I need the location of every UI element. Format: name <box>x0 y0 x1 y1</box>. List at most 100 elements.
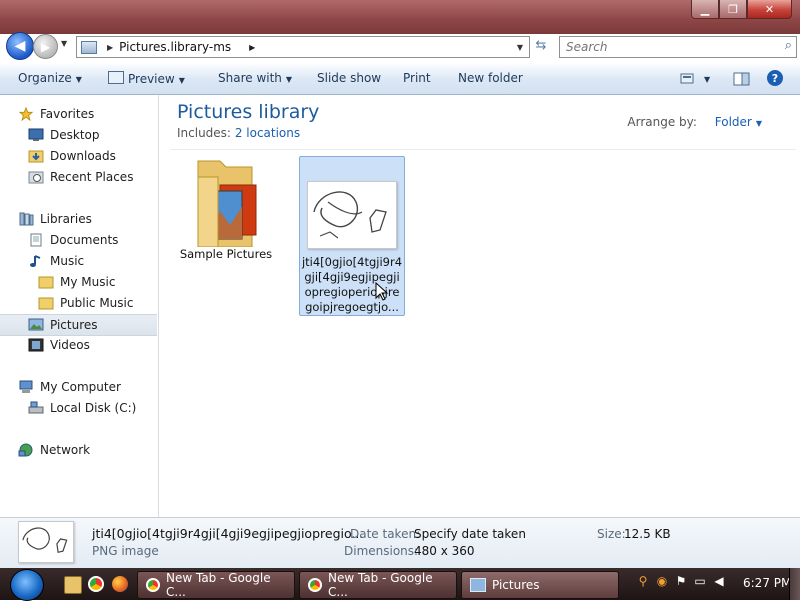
downloads-folder-icon <box>28 150 44 163</box>
preview-icon <box>108 71 124 84</box>
file-item-selected[interactable]: jti4[0gjio[4tgji9r4 gji[4gji9egjipegji o… <box>299 156 405 316</box>
sidebar-item-favorites[interactable]: Favorites <box>18 104 175 124</box>
sidebar-item-pictures[interactable]: Pictures <box>0 314 157 336</box>
minimize-button[interactable]: ▁ <box>691 0 719 19</box>
hard-drive-icon <box>28 401 44 414</box>
organize-label: Organize <box>18 71 72 85</box>
organize-menu[interactable]: Organize ▼ <box>18 71 82 85</box>
sidebar-item-my-computer[interactable]: My Computer <box>18 377 175 397</box>
back-button[interactable]: ◀ <box>6 32 34 60</box>
power-icon[interactable]: ▭ <box>693 574 707 590</box>
preview-menu[interactable]: Preview ▼ <box>108 71 185 86</box>
header-divider <box>171 149 796 150</box>
sidebar-item-label: Pictures <box>50 318 98 332</box>
computer-icon <box>19 380 33 393</box>
search-icon[interactable]: ⌕ <box>785 38 792 53</box>
folder-item[interactable]: Sample Pictures <box>174 157 278 277</box>
chrome-icon <box>146 578 160 592</box>
desktop-icon <box>28 128 44 141</box>
help-icon[interactable]: ? <box>767 70 783 86</box>
system-tray: ⚲ ◉ ⚑ ▭ ◀ <box>636 574 726 590</box>
sidebar-item-label: Documents <box>50 233 119 247</box>
volume-icon[interactable]: ◀ <box>712 574 726 590</box>
search-box[interactable]: ⌕ <box>559 36 797 58</box>
details-filetype: PNG image <box>92 544 159 558</box>
action-center-flag-icon[interactable]: ⚑ <box>674 574 688 590</box>
details-filename: jti4[0gjio[4tgji9r4gji[4gji9egjipegjiopr… <box>92 526 364 541</box>
taskbar-button-pictures[interactable]: Pictures <box>461 571 619 599</box>
taskbar: New Tab - Google C... New Tab - Google C… <box>0 568 800 601</box>
recent-pages-dropdown[interactable]: ▼ <box>61 39 67 48</box>
close-button[interactable]: ✕ <box>747 0 792 19</box>
explorer-icon <box>470 578 486 592</box>
breadcrumb-pictures-library[interactable]: Pictures.library-ms <box>119 40 231 54</box>
mouse-cursor-icon <box>375 282 389 301</box>
view-options-dropdown-icon[interactable]: ▼ <box>704 75 710 84</box>
libraries-icon <box>19 212 34 226</box>
clock[interactable]: 6:27 PM <box>743 576 791 590</box>
arrange-by-dropdown[interactable]: Folder <box>715 115 752 129</box>
breadcrumb-arrow-icon[interactable]: ▶ <box>107 43 113 52</box>
chevron-down-icon: ▼ <box>178 76 185 85</box>
network-icon <box>18 443 33 457</box>
library-includes: Includes: 2 locations <box>177 126 300 140</box>
pictures-icon <box>28 318 44 331</box>
search-tray-icon[interactable]: ⚲ <box>636 574 650 590</box>
taskbar-button-label: New Tab - Google C... <box>328 571 433 599</box>
dimensions-label: Dimensions: <box>344 544 419 558</box>
sidebar-item-label: Videos <box>50 338 90 352</box>
music-note-icon <box>30 255 41 267</box>
taskbar-button-chrome-1[interactable]: New Tab - Google C... <box>137 571 295 599</box>
sidebar-item-label: Desktop <box>50 128 100 142</box>
address-dropdown-icon[interactable]: ▼ <box>517 43 523 52</box>
show-desktop-button[interactable] <box>789 568 800 600</box>
details-pane: jti4[0gjio[4tgji9r4gji[4gji9egjipegjiopr… <box>0 517 800 568</box>
drawing-thumbnail-icon <box>313 191 387 239</box>
tray-app-icon[interactable]: ◉ <box>655 574 669 590</box>
size-value: 12.5 KB <box>624 527 671 541</box>
arrange-by-label: Arrange by: <box>627 115 697 129</box>
maximize-button[interactable]: ❐ <box>719 0 747 19</box>
print-button[interactable]: Print <box>403 71 431 85</box>
folder-with-images-icon <box>197 160 257 247</box>
image-thumbnail <box>307 181 397 249</box>
search-input[interactable] <box>564 39 768 55</box>
chevron-down-icon[interactable]: ▼ <box>756 119 762 128</box>
refresh-icon[interactable]: ⇆ <box>531 38 551 55</box>
sidebar-item-label: My Music <box>60 275 116 289</box>
recent-places-icon <box>28 171 44 184</box>
sidebar-item-label: Local Disk (C:) <box>50 401 137 415</box>
slide-show-button[interactable]: Slide show <box>317 71 381 85</box>
start-button[interactable] <box>10 569 44 601</box>
navigation-pane: Favorites Desktop Downloads Recent Place… <box>0 95 159 517</box>
new-folder-button[interactable]: New folder <box>458 71 523 85</box>
date-taken-value[interactable]: Specify date taken <box>414 527 526 541</box>
window-title-bar: ▁ ❐ ✕ <box>0 0 800 34</box>
details-thumbnail <box>18 521 74 563</box>
star-icon <box>18 107 34 121</box>
sidebar-item-network[interactable]: Network <box>18 440 175 460</box>
address-bar[interactable]: ▶ Pictures.library-ms ▶ ▼ <box>76 36 530 58</box>
breadcrumb-arrow-icon[interactable]: ▶ <box>249 43 255 52</box>
sidebar-item-label: Music <box>50 254 85 268</box>
sidebar-item-label: Network <box>40 443 91 457</box>
explorer-quicklaunch-icon[interactable] <box>64 576 82 594</box>
item-label-line: goipjregoegtjo... <box>305 300 399 314</box>
documents-icon <box>30 233 42 247</box>
item-label-line: jti4[0gjio[4tgji9r4 <box>301 255 403 269</box>
video-film-icon <box>28 338 44 352</box>
chevron-down-icon: ▼ <box>75 75 82 84</box>
page-title: Pictures library <box>177 101 320 123</box>
chrome-quicklaunch-icon[interactable] <box>88 576 104 592</box>
content-pane: Pictures library Includes: 2 locations A… <box>159 95 800 517</box>
preview-pane-icon[interactable] <box>733 72 751 86</box>
sidebar-item-libraries[interactable]: Libraries <box>18 209 175 229</box>
arrange-by: Arrange by: Folder ▼ <box>627 115 762 129</box>
forward-button[interactable]: ▶ <box>33 34 58 59</box>
firefox-quicklaunch-icon[interactable] <box>112 576 128 592</box>
locations-link[interactable]: 2 locations <box>235 126 300 140</box>
taskbar-button-chrome-2[interactable]: New Tab - Google C... <box>299 571 457 599</box>
change-view-icon[interactable] <box>679 72 697 86</box>
library-icon <box>81 40 97 54</box>
share-with-menu[interactable]: Share with ▼ <box>218 71 292 85</box>
